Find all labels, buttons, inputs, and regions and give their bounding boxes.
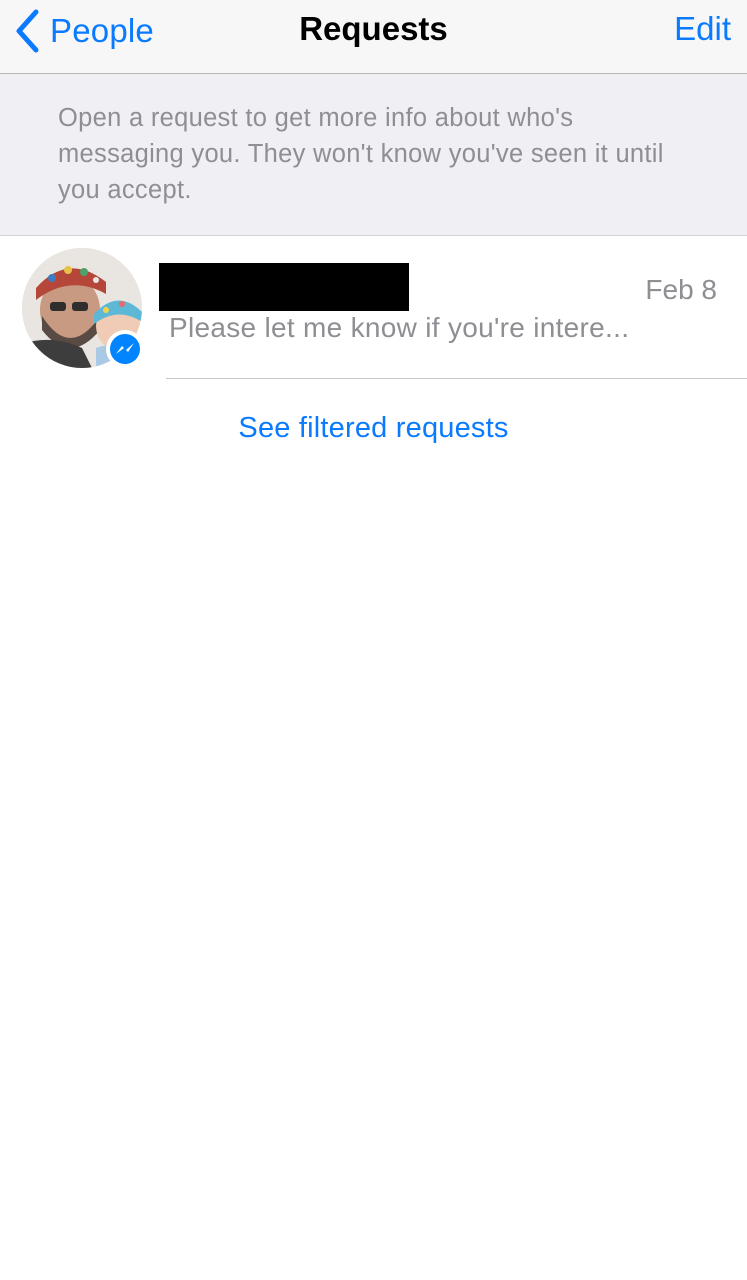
- request-date: Feb 8: [645, 274, 717, 305]
- edit-button[interactable]: Edit: [674, 10, 731, 48]
- see-filtered-requests-link[interactable]: See filtered requests: [0, 412, 747, 445]
- messenger-badge: [106, 330, 144, 368]
- row-divider: [166, 378, 747, 379]
- messenger-icon: [116, 343, 134, 354]
- chevron-left-icon: [16, 9, 39, 53]
- request-row[interactable]: Feb 8 Please let me know if you're inter…: [0, 236, 747, 380]
- redacted-sender-name: [159, 263, 409, 311]
- back-button[interactable]: People: [14, 8, 154, 54]
- info-banner-text: Open a request to get more info about wh…: [58, 104, 664, 204]
- back-button-label: People: [50, 12, 154, 49]
- info-banner: Open a request to get more info about wh…: [0, 74, 747, 236]
- navigation-bar: People Requests Edit: [0, 0, 747, 74]
- message-preview: Please let me know if you're intere...: [169, 312, 630, 343]
